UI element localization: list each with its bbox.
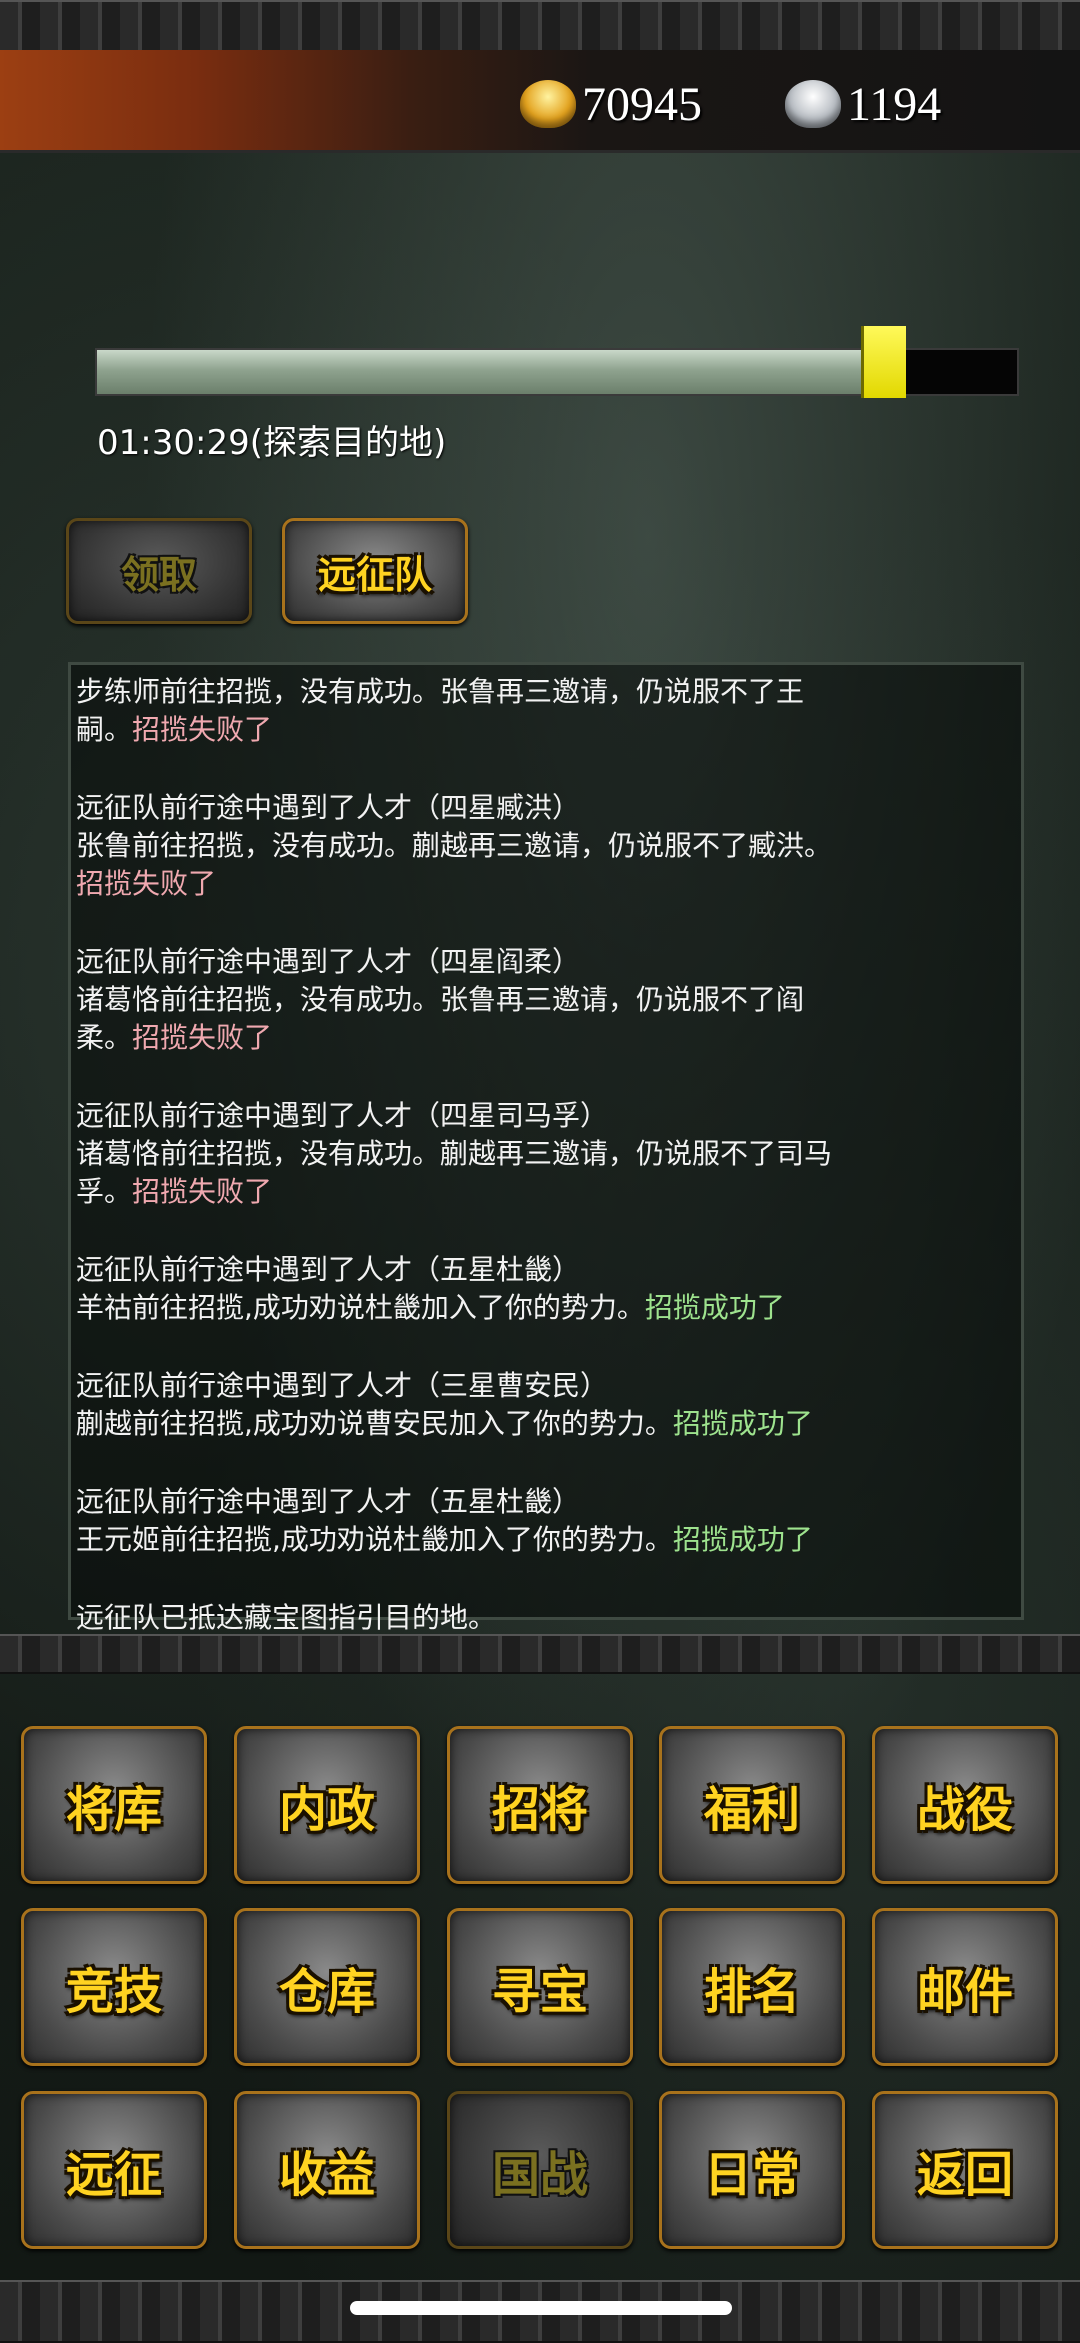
recruit-fail-text: 招揽失败了 — [132, 713, 273, 746]
menu-button[interactable]: 福利 — [659, 1726, 845, 1884]
log-line: 羊祜前往招揽,成功劝说杜畿加入了你的势力。招揽成功了 — [76, 1289, 846, 1327]
log-entry: 远征队前行途中遇到了人才（三星曹安民） 蒯越前往招揽,成功劝说曹安民加入了你的势力… — [76, 1367, 846, 1443]
log-entry: 远征队前行途中遇到了人才（五星杜畿） 王元姬前往招揽,成功劝说杜畿加入了你的势力。… — [76, 1483, 846, 1559]
menu-button[interactable]: 寻宝 — [447, 1908, 633, 2066]
menu-button[interactable]: 邮件 — [872, 1908, 1058, 2066]
log-line: 远征队前行途中遇到了人才（五星杜畿） — [76, 1483, 846, 1521]
silver-amount: 1194 — [847, 77, 942, 131]
log-text: 王元姬前往招揽,成功劝说杜畿加入了你的势力。 — [76, 1523, 673, 1556]
progress-marker — [861, 326, 906, 398]
log-line: 远征队前行途中遇到了人才（四星司马孚） — [76, 1097, 846, 1135]
log-entry: 远征队前行途中遇到了人才（四星司马孚） 诸葛恪前往招揽，没有成功。蒯越再三邀请，仍… — [76, 1097, 846, 1211]
log-line: 远征队前行途中遇到了人才（四星臧洪） — [76, 789, 846, 827]
menu-button[interactable]: 战役 — [872, 1726, 1058, 1884]
silver-counter: 1194 — [785, 74, 941, 134]
log-text: 张鲁前往招揽，没有成功。蒯越再三邀请，仍说服不了臧洪。 — [76, 829, 833, 862]
home-indicator — [350, 2301, 732, 2315]
log-line: 远征队前行途中遇到了人才（四星阎柔） — [76, 943, 846, 981]
log-entry: 远征队前行途中遇到了人才（四星阎柔） 诸葛恪前往招揽，没有成功。张鲁再三邀请，仍说… — [76, 943, 846, 1057]
menu-button[interactable]: 排名 — [659, 1908, 845, 2066]
gold-counter: 70945 — [520, 74, 702, 134]
log-entry: 步练师前往招揽，没有成功。张鲁再三邀请，仍说服不了王嗣。招揽失败了 — [76, 673, 846, 749]
log-text: 蒯越前往招揽,成功劝说曹安民加入了你的势力。 — [76, 1407, 673, 1440]
log-line: 蒯越前往招揽,成功劝说曹安民加入了你的势力。招揽成功了 — [76, 1405, 846, 1443]
log-line: 张鲁前往招揽，没有成功。蒯越再三邀请，仍说服不了臧洪。招揽失败了 — [76, 827, 846, 903]
log-text: 远征队已抵达藏宝图指引目的地。 — [76, 1601, 497, 1634]
expedition-team-button[interactable]: 远征队 — [282, 518, 468, 624]
log-text: 羊祜前往招揽,成功劝说杜畿加入了你的势力。 — [76, 1291, 645, 1324]
log-line: 远征队前行途中遇到了人才（三星曹安民） — [76, 1367, 846, 1405]
recruit-success-text: 招揽成功了 — [672, 1407, 813, 1440]
recruit-fail-text: 招揽失败了 — [132, 1021, 273, 1054]
menu-button[interactable]: 收益 — [234, 2091, 420, 2249]
claim-button[interactable]: 领取 — [66, 518, 252, 624]
menu-button[interactable]: 竞技 — [21, 1908, 207, 2066]
log-line: 远征队已抵达藏宝图指引目的地。 — [76, 1599, 846, 1637]
log-line: 诸葛恪前往招揽，没有成功。蒯越再三邀请，仍说服不了司马孚。招揽失败了 — [76, 1135, 846, 1211]
log-text: 远征队前行途中遇到了人才（五星杜畿） — [76, 1253, 581, 1286]
log-line: 诸葛恪前往招揽，没有成功。张鲁再三邀请，仍说服不了阎柔。招揽失败了 — [76, 981, 846, 1057]
recruit-fail-text: 招揽失败了 — [76, 867, 217, 900]
log-line: 远征队前行途中遇到了人才（五星杜畿） — [76, 1251, 846, 1289]
log-entry: 远征队前行途中遇到了人才（五星杜畿） 羊祜前往招揽,成功劝说杜畿加入了你的势力。招… — [76, 1251, 846, 1327]
menu-button[interactable]: 国战 — [447, 2091, 633, 2249]
menu-button[interactable]: 招将 — [447, 1726, 633, 1884]
expedition-timer: 01:30:29(探索目的地) — [97, 423, 447, 463]
middle-divider — [0, 1634, 1080, 1674]
menu-button[interactable]: 仓库 — [234, 1908, 420, 2066]
log-text: 远征队前行途中遇到了人才（四星阎柔） — [76, 945, 581, 978]
log-text: 远征队前行途中遇到了人才（五星杜畿） — [76, 1485, 581, 1518]
recruit-success-text: 招揽成功了 — [644, 1291, 785, 1324]
resource-bar: 70945 1194 — [0, 50, 1080, 153]
log-text: 远征队前行途中遇到了人才（四星臧洪） — [76, 791, 581, 824]
menu-button[interactable]: 远征 — [21, 2091, 207, 2249]
menu-button[interactable]: 内政 — [234, 1726, 420, 1884]
log-entry: 远征队前行途中遇到了人才（四星臧洪） 张鲁前往招揽，没有成功。蒯越再三邀请，仍说服… — [76, 789, 846, 903]
log-line: 步练师前往招揽，没有成功。张鲁再三邀请，仍说服不了王嗣。招揽失败了 — [76, 673, 846, 749]
log-text: 远征队前行途中遇到了人才（四星司马孚） — [76, 1099, 609, 1132]
progress-fill — [97, 350, 897, 394]
gold-ingot-icon — [520, 80, 576, 128]
menu-button[interactable]: 返回 — [872, 2091, 1058, 2249]
menu-button[interactable]: 日常 — [659, 2091, 845, 2249]
log-line: 王元姬前往招揽,成功劝说杜畿加入了你的势力。招揽成功了 — [76, 1521, 846, 1559]
recruit-fail-text: 招揽失败了 — [132, 1175, 273, 1208]
log-entry: 远征队已抵达藏宝图指引目的地。 — [76, 1599, 846, 1637]
menu-button[interactable]: 将库 — [21, 1726, 207, 1884]
expedition-log[interactable]: 步练师前往招揽，没有成功。张鲁再三邀请，仍说服不了王嗣。招揽失败了 远征队前行途中… — [68, 662, 1024, 1634]
expedition-progress-bar — [95, 326, 1019, 398]
silver-ingot-icon — [785, 80, 841, 128]
recruit-success-text: 招揽成功了 — [672, 1523, 813, 1556]
log-text: 远征队前行途中遇到了人才（三星曹安民） — [76, 1369, 609, 1402]
top-border — [0, 0, 1080, 52]
gold-amount: 70945 — [582, 77, 702, 131]
